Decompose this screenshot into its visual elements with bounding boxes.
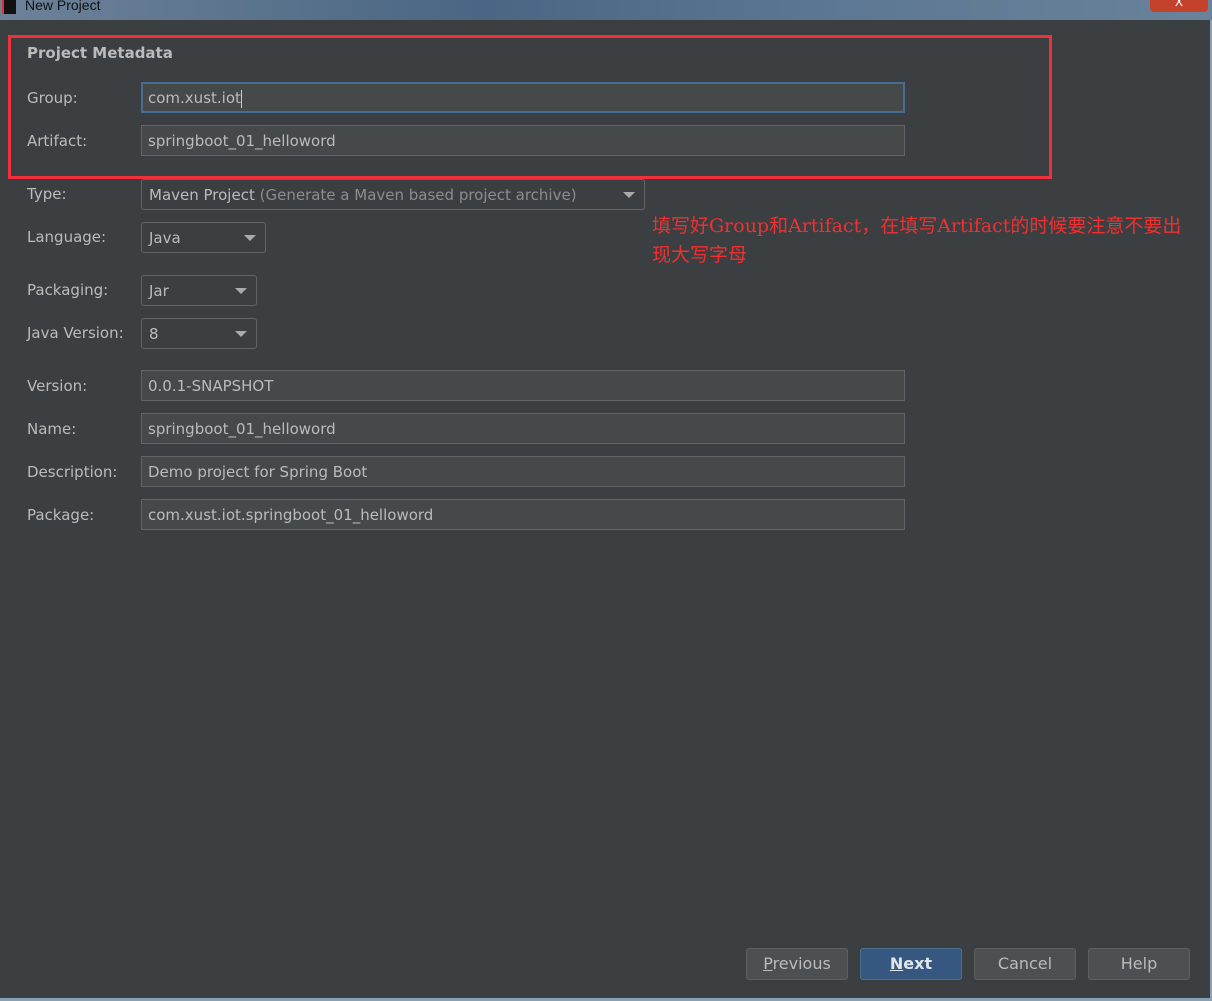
previous-label: revious [772, 954, 831, 973]
chevron-down-icon [235, 331, 247, 337]
java-version-select[interactable]: 8 [141, 318, 257, 349]
language-label: Language: [27, 228, 107, 246]
annotation-note: 填写好Group和Artifact，在填写Artifact的时候要注意不要出现大… [652, 215, 1182, 266]
cancel-button[interactable]: Cancel [974, 948, 1076, 980]
chevron-down-icon [623, 192, 635, 198]
previous-button[interactable]: Previous [746, 948, 848, 980]
annotation-highlight-box [8, 35, 1052, 179]
type-hint: (Generate a Maven based project archive) [259, 186, 577, 204]
language-value: Java [149, 229, 181, 247]
name-label: Name: [27, 420, 77, 438]
next-mnemonic: N [889, 954, 904, 973]
packaging-value: Jar [149, 282, 169, 300]
window-title: New Project [25, 0, 101, 13]
java-version-label: Java Version: [27, 324, 124, 342]
name-input[interactable]: springboot_01_helloword [141, 413, 905, 444]
chevron-down-icon [244, 235, 256, 241]
type-label: Type: [27, 185, 67, 203]
java-version-value: 8 [149, 325, 159, 343]
packaging-select[interactable]: Jar [141, 275, 257, 306]
description-label: Description: [27, 463, 118, 481]
package-label: Package: [27, 506, 95, 524]
previous-mnemonic: P [763, 954, 773, 973]
close-button[interactable]: X [1150, 0, 1208, 12]
description-input[interactable]: Demo project for Spring Boot [141, 456, 905, 487]
type-select[interactable]: Maven Project (Generate a Maven based pr… [141, 179, 645, 210]
title-bar: New Project X [0, 0, 1212, 22]
language-select[interactable]: Java [141, 222, 266, 253]
new-project-dialog: Project Metadata Group: com.xust.iot Art… [0, 20, 1212, 1001]
chevron-down-icon [235, 288, 247, 294]
app-icon [2, 0, 16, 14]
package-input[interactable]: com.xust.iot.springboot_01_helloword [141, 499, 905, 530]
packaging-label: Packaging: [27, 281, 109, 299]
version-input[interactable]: 0.0.1-SNAPSHOT [141, 370, 905, 401]
help-button[interactable]: Help [1088, 948, 1190, 980]
next-button[interactable]: Next [860, 948, 962, 980]
version-label: Version: [27, 377, 88, 395]
type-value: Maven Project [149, 186, 255, 204]
next-label: ext [903, 954, 933, 973]
